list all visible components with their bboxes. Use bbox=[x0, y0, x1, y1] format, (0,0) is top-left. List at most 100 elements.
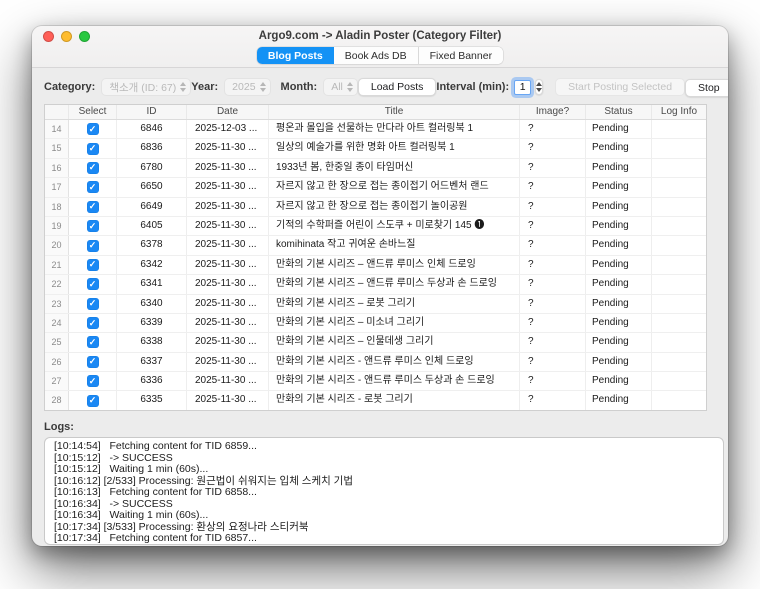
category-dropdown[interactable]: 책소개 (ID: 67) bbox=[101, 78, 192, 96]
post-id: 6649 bbox=[117, 197, 187, 216]
table-row[interactable]: 25 ✓ 6338 2025-11-30 ... 만화의 기본 시리즈 – 인물… bbox=[45, 333, 706, 353]
checkbox-checked-icon[interactable]: ✓ bbox=[86, 317, 99, 330]
post-status: Pending bbox=[586, 294, 652, 313]
tab-book-ads-db[interactable]: Book Ads DB bbox=[333, 47, 419, 64]
post-title: 만화의 기본 시리즈 - 로봇 그리기 bbox=[269, 391, 520, 410]
checkbox-checked-icon[interactable]: ✓ bbox=[86, 142, 99, 155]
logs-output[interactable]: [10:14:54] Fetching content for TID 6859… bbox=[44, 437, 724, 545]
post-title: 만화의 기본 시리즈 – 미소녀 그리기 bbox=[269, 313, 520, 333]
post-image-status: ? bbox=[520, 236, 586, 255]
tab-fixed-banner[interactable]: Fixed Banner bbox=[418, 47, 504, 64]
controls-toolbar: Category: 책소개 (ID: 67) Year: 2025 Month:… bbox=[44, 77, 728, 97]
checkbox-checked-icon[interactable]: ✓ bbox=[86, 220, 99, 233]
post-id: 6341 bbox=[117, 275, 187, 294]
post-date: 2025-11-30 ... bbox=[187, 313, 269, 333]
select-cell[interactable]: ✓ bbox=[69, 391, 117, 410]
tab-bar: Blog Posts Book Ads DB Fixed Banner bbox=[32, 47, 728, 67]
table-row[interactable]: 23 ✓ 6340 2025-11-30 ... 만화의 기본 시리즈 – 로봇… bbox=[45, 294, 706, 314]
select-cell[interactable]: ✓ bbox=[69, 313, 117, 333]
post-id: 6337 bbox=[117, 352, 187, 372]
table-row[interactable]: 18 ✓ 6649 2025-11-30 ... 자르지 않고 한 장으로 접는… bbox=[45, 197, 706, 217]
checkbox-checked-icon[interactable]: ✓ bbox=[86, 375, 99, 388]
select-cell[interactable]: ✓ bbox=[69, 236, 117, 255]
post-image-status: ? bbox=[520, 352, 586, 372]
log-line: [10:16:13] Fetching content for TID 6858… bbox=[54, 486, 257, 498]
select-cell[interactable]: ✓ bbox=[69, 158, 117, 178]
post-id: 6339 bbox=[117, 313, 187, 333]
post-date: 2025-11-30 ... bbox=[187, 275, 269, 294]
post-title: 만화의 기본 시리즈 – 인물데생 그리기 bbox=[269, 333, 520, 352]
row-number: 25 bbox=[45, 333, 69, 352]
post-status: Pending bbox=[586, 313, 652, 333]
chevron-up-down-icon bbox=[259, 82, 266, 92]
select-cell[interactable]: ✓ bbox=[69, 216, 117, 236]
post-title: 만화의 기본 시리즈 – 로봇 그리기 bbox=[269, 294, 520, 313]
stop-button[interactable]: Stop bbox=[685, 78, 728, 97]
table-row[interactable]: 14 ✓ 6846 2025-12-03 ... 평온과 몰입을 선물하는 만다… bbox=[45, 120, 706, 140]
column-header-title[interactable]: Title bbox=[269, 105, 520, 119]
select-cell[interactable]: ✓ bbox=[69, 333, 117, 352]
checkbox-checked-icon[interactable]: ✓ bbox=[86, 239, 99, 252]
interval-input[interactable] bbox=[514, 79, 532, 95]
start-posting-button[interactable]: Start Posting Selected bbox=[555, 78, 686, 96]
table-row[interactable]: 26 ✓ 6337 2025-11-30 ... 만화의 기본 시리즈 - 앤드… bbox=[45, 352, 706, 373]
table-row[interactable]: 20 ✓ 6378 2025-11-30 ... komihinata 작고 귀… bbox=[45, 236, 706, 256]
post-title: 만화의 기본 시리즈 – 앤드류 루미스 인체 드로잉 bbox=[269, 255, 520, 275]
month-dropdown[interactable]: All bbox=[323, 78, 358, 96]
checkbox-checked-icon[interactable]: ✓ bbox=[86, 161, 99, 174]
interval-stepper[interactable] bbox=[535, 79, 544, 95]
checkbox-checked-icon[interactable]: ✓ bbox=[86, 297, 99, 310]
checkbox-checked-icon[interactable]: ✓ bbox=[86, 394, 99, 407]
column-header-id[interactable]: ID bbox=[117, 105, 187, 119]
checkbox-checked-icon[interactable]: ✓ bbox=[86, 200, 99, 213]
table-row[interactable]: 16 ✓ 6780 2025-11-30 ... 1933년 봄, 한중일 종이… bbox=[45, 158, 706, 179]
table-row[interactable]: 28 ✓ 6335 2025-11-30 ... 만화의 기본 시리즈 - 로봇… bbox=[45, 391, 706, 410]
checkbox-checked-icon[interactable]: ✓ bbox=[86, 181, 99, 194]
post-title: 1933년 봄, 한중일 종이 타임머신 bbox=[269, 158, 520, 178]
column-header-rownum[interactable] bbox=[45, 105, 69, 119]
table-row[interactable]: 21 ✓ 6342 2025-11-30 ... 만화의 기본 시리즈 – 앤드… bbox=[45, 255, 706, 276]
post-date: 2025-11-30 ... bbox=[187, 178, 269, 197]
table-body: 14 ✓ 6846 2025-12-03 ... 평온과 몰입을 선물하는 만다… bbox=[45, 120, 706, 410]
column-header-select[interactable]: Select bbox=[69, 105, 117, 119]
select-cell[interactable]: ✓ bbox=[69, 255, 117, 275]
column-header-log-info[interactable]: Log Info bbox=[652, 105, 706, 119]
select-cell[interactable]: ✓ bbox=[69, 139, 117, 158]
checkbox-checked-icon[interactable]: ✓ bbox=[86, 123, 99, 136]
load-posts-button[interactable]: Load Posts bbox=[357, 78, 437, 96]
checkbox-checked-icon[interactable]: ✓ bbox=[86, 355, 99, 368]
select-cell[interactable]: ✓ bbox=[69, 294, 117, 313]
window-titlebar[interactable]: Argo9.com -> Aladin Poster (Category Fil… bbox=[32, 26, 728, 47]
post-log-info bbox=[652, 372, 706, 390]
checkbox-checked-icon[interactable]: ✓ bbox=[86, 258, 99, 271]
select-cell[interactable]: ✓ bbox=[69, 275, 117, 294]
post-image-status: ? bbox=[520, 333, 586, 352]
chevron-up-down-icon bbox=[180, 82, 187, 92]
table-row[interactable]: 15 ✓ 6836 2025-11-30 ... 일상의 예술가를 위한 명화 … bbox=[45, 139, 706, 159]
post-log-info bbox=[652, 391, 706, 409]
tab-blog-posts[interactable]: Blog Posts bbox=[256, 47, 334, 64]
table-row[interactable]: 27 ✓ 6336 2025-11-30 ... 만화의 기본 시리즈 - 앤드… bbox=[45, 372, 706, 392]
column-header-date[interactable]: Date bbox=[187, 105, 269, 119]
table-row[interactable]: 24 ✓ 6339 2025-11-30 ... 만화의 기본 시리즈 – 미소… bbox=[45, 313, 706, 334]
post-status: Pending bbox=[586, 372, 652, 391]
main-content: Category: 책소개 (ID: 67) Year: 2025 Month:… bbox=[32, 68, 728, 546]
column-header-status[interactable]: Status bbox=[586, 105, 652, 119]
select-cell[interactable]: ✓ bbox=[69, 178, 117, 197]
select-cell[interactable]: ✓ bbox=[69, 120, 117, 139]
table-row[interactable]: 19 ✓ 6405 2025-11-30 ... 기적의 수학퍼즐 어린이 스도… bbox=[45, 216, 706, 237]
checkbox-checked-icon[interactable]: ✓ bbox=[86, 278, 99, 291]
select-cell[interactable]: ✓ bbox=[69, 352, 117, 372]
post-log-info bbox=[652, 198, 706, 216]
post-id: 6846 bbox=[117, 120, 187, 139]
post-log-info bbox=[652, 275, 706, 293]
column-header-image-[interactable]: Image? bbox=[520, 105, 586, 119]
post-image-status: ? bbox=[520, 178, 586, 197]
select-cell[interactable]: ✓ bbox=[69, 372, 117, 391]
year-dropdown[interactable]: 2025 bbox=[224, 78, 271, 96]
table-row[interactable]: 17 ✓ 6650 2025-11-30 ... 자르지 않고 한 장으로 접는… bbox=[45, 178, 706, 198]
checkbox-checked-icon[interactable]: ✓ bbox=[86, 336, 99, 349]
select-cell[interactable]: ✓ bbox=[69, 197, 117, 216]
post-date: 2025-11-30 ... bbox=[187, 197, 269, 216]
table-row[interactable]: 22 ✓ 6341 2025-11-30 ... 만화의 기본 시리즈 – 앤드… bbox=[45, 275, 706, 295]
